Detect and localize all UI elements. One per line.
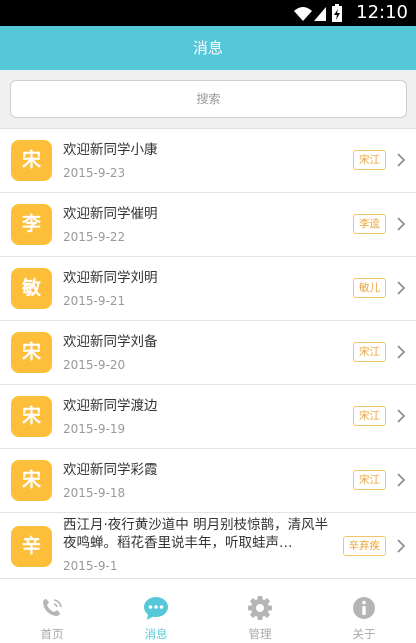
status-bar: 12:10 bbox=[0, 0, 416, 26]
sender-tag: 李逵 bbox=[353, 214, 386, 234]
chevron-right-icon bbox=[397, 409, 406, 423]
tab-manage[interactable]: 管理 bbox=[208, 588, 312, 643]
tab-home[interactable]: 首页 bbox=[0, 588, 104, 643]
message-text: 欢迎新同学刘备 bbox=[63, 334, 158, 350]
chevron-right-icon bbox=[397, 539, 406, 553]
message-text: 欢迎新同学彩霞 bbox=[63, 462, 158, 478]
avatar: 宋 bbox=[11, 140, 52, 181]
tab-about[interactable]: 关于 bbox=[312, 588, 416, 643]
signal-icon bbox=[314, 7, 326, 21]
message-date: 2015-9-23 bbox=[63, 166, 126, 180]
message-date: 2015-9-18 bbox=[63, 486, 126, 500]
list-item[interactable]: 辛 西江月·夜行黄沙道中 明月别枝惊鹊，清风半夜鸣蝉。稻花香里说丰年，听取蛙声…… bbox=[0, 513, 416, 579]
message-date: 2015-9-19 bbox=[63, 422, 126, 436]
message-text: 欢迎新同学渡边 bbox=[63, 398, 158, 414]
search-area: 搜索 bbox=[0, 70, 416, 129]
avatar: 宋 bbox=[11, 332, 52, 373]
sender-tag: 辛弃疾 bbox=[342, 536, 386, 556]
tab-label: 首页 bbox=[40, 627, 64, 641]
message-text: 欢迎新同学催明 bbox=[63, 206, 158, 222]
chevron-right-icon bbox=[397, 153, 406, 167]
chevron-right-icon bbox=[397, 473, 406, 487]
sender-tag: 敏儿 bbox=[353, 278, 386, 298]
list-item[interactable]: 宋 欢迎新同学彩霞 2015-9-18 宋江 bbox=[0, 449, 416, 513]
message-list: 宋 欢迎新同学小康 2015-9-23 宋江 李 欢迎新同学催明 2015-9-… bbox=[0, 129, 416, 579]
message-date: 2015-9-21 bbox=[63, 294, 126, 308]
tab-label: 关于 bbox=[352, 627, 376, 641]
avatar: 敏 bbox=[11, 268, 52, 309]
list-item[interactable]: 宋 欢迎新同学渡边 2015-9-19 宋江 bbox=[0, 385, 416, 449]
sender-tag: 宋江 bbox=[353, 470, 386, 490]
tab-messages[interactable]: 消息 bbox=[104, 588, 208, 643]
gear-icon bbox=[248, 596, 272, 620]
chevron-right-icon bbox=[397, 217, 406, 231]
battery-icon bbox=[332, 4, 342, 22]
wifi-icon bbox=[294, 7, 312, 21]
bottom-tab-bar: 首页 消息 管理 关于 bbox=[0, 588, 416, 643]
avatar: 辛 bbox=[11, 526, 52, 567]
list-item[interactable]: 宋 欢迎新同学刘备 2015-9-20 宋江 bbox=[0, 321, 416, 385]
status-time: 12:10 bbox=[356, 2, 408, 23]
list-item[interactable]: 宋 欢迎新同学小康 2015-9-23 宋江 bbox=[0, 129, 416, 193]
sender-tag: 宋江 bbox=[353, 406, 386, 426]
message-date: 2015-9-20 bbox=[63, 358, 126, 372]
message-text: 欢迎新同学小康 bbox=[63, 142, 158, 158]
phone-icon bbox=[43, 599, 62, 616]
message-date: 2015-9-1 bbox=[63, 559, 118, 573]
message-text: 欢迎新同学刘明 bbox=[63, 270, 158, 286]
search-input[interactable]: 搜索 bbox=[10, 80, 407, 118]
chevron-right-icon bbox=[397, 345, 406, 359]
header-bar: 消息 bbox=[0, 26, 416, 70]
sender-tag: 宋江 bbox=[353, 150, 386, 170]
tab-label: 消息 bbox=[144, 627, 168, 641]
message-text: 西江月·夜行黄沙道中 明月别枝惊鹊，清风半夜鸣蝉。稻花香里说丰年，听取蛙声… bbox=[63, 517, 329, 551]
avatar: 宋 bbox=[11, 460, 52, 501]
chat-bubble-icon bbox=[144, 597, 168, 620]
tab-label: 管理 bbox=[248, 627, 272, 641]
chevron-right-icon bbox=[397, 281, 406, 295]
avatar: 宋 bbox=[11, 396, 52, 437]
list-item[interactable]: 敏 欢迎新同学刘明 2015-9-21 敏儿 bbox=[0, 257, 416, 321]
info-icon bbox=[353, 597, 375, 619]
list-item[interactable]: 李 欢迎新同学催明 2015-9-22 李逵 bbox=[0, 193, 416, 257]
sender-tag: 宋江 bbox=[353, 342, 386, 362]
avatar: 李 bbox=[11, 204, 52, 245]
search-placeholder: 搜索 bbox=[196, 92, 221, 106]
page-title: 消息 bbox=[192, 39, 223, 57]
message-date: 2015-9-22 bbox=[63, 230, 126, 244]
status-icons bbox=[294, 4, 342, 22]
